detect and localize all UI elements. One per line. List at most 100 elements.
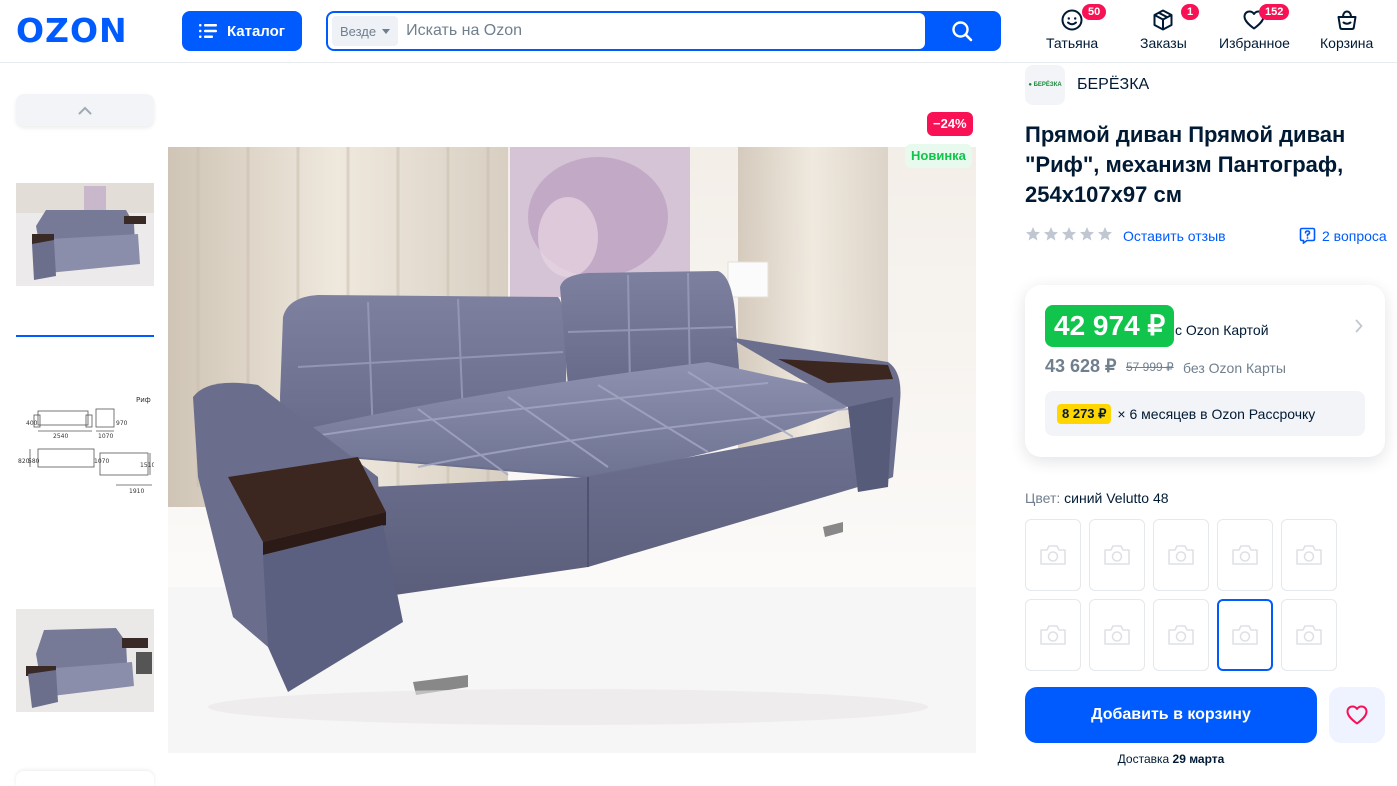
dim-label: 1910 <box>129 488 144 495</box>
color-label: Цвет: синий Velutto 48 <box>1025 490 1169 506</box>
sofa-main-image <box>168 147 976 753</box>
camera-placeholder-icon <box>1296 545 1322 565</box>
chevron-right-icon <box>1355 319 1363 333</box>
camera-placeholder-icon <box>1104 545 1130 565</box>
search-bar: Везде <box>326 11 1001 51</box>
star-icon <box>1044 227 1058 241</box>
search-scope-select[interactable]: Везде <box>332 16 399 46</box>
questions-link[interactable]: 2 вопроса <box>1299 227 1387 244</box>
color-swatch[interactable] <box>1089 599 1145 671</box>
color-swatch[interactable] <box>1025 599 1081 671</box>
search-field-wrapper: Везде <box>328 13 925 49</box>
thumb-model-label: Риф <box>136 396 151 404</box>
dim-label: 970 <box>116 420 128 427</box>
color-swatch[interactable] <box>1281 519 1337 591</box>
question-icon <box>1299 227 1316 244</box>
color-swatch[interactable] <box>1153 519 1209 591</box>
dim-label: 1070 <box>98 433 113 440</box>
nav-favorites[interactable]: 152 Избранное <box>1219 4 1290 51</box>
color-swatch[interactable] <box>1217 519 1273 591</box>
active-thumbnail-indicator <box>16 335 154 337</box>
color-label-prefix: Цвет: <box>1025 490 1065 506</box>
rating-stars[interactable] <box>1025 226 1113 242</box>
header: OZON Каталог Везде 50 Татьяна 1 Заказы 1… <box>0 0 1397 63</box>
dim-label: 1510 <box>140 462 154 469</box>
ozon-card-price: 42 974 ₽ <box>1045 305 1175 347</box>
profile-badge: 50 <box>1082 4 1107 20</box>
catalog-label: Каталог <box>226 22 286 40</box>
new-badge: Новинка <box>905 144 972 168</box>
nav-label: Избранное <box>1219 35 1290 51</box>
thumbnail-2[interactable]: Риф 2540 1070 1910 970 400 820 580 1070 … <box>16 345 154 550</box>
nav-orders[interactable]: 1 Заказы <box>1140 4 1200 51</box>
orders-badge: 1 <box>1181 4 1200 20</box>
leave-review-link[interactable]: Оставить отзыв <box>1123 228 1226 244</box>
dim-label: 1070 <box>94 458 109 465</box>
color-swatch[interactable] <box>1089 519 1145 591</box>
delivery-date: 29 марта <box>1172 752 1225 766</box>
add-to-favorites-button[interactable] <box>1329 687 1385 743</box>
camera-placeholder-icon <box>1232 545 1258 565</box>
camera-placeholder-icon <box>1232 625 1258 645</box>
camera-placeholder-icon <box>1296 625 1322 645</box>
main-product-image[interactable] <box>168 147 976 753</box>
sofa-open-thumbnail-image <box>16 609 154 712</box>
camera-placeholder-icon <box>1040 625 1066 645</box>
chevron-up-icon <box>78 106 92 114</box>
thumbnail-3[interactable] <box>16 558 154 763</box>
profile-icon <box>1061 9 1083 31</box>
nav-label: Татьяна <box>1046 35 1099 51</box>
thumbnail-1[interactable] <box>16 136 154 332</box>
dim-label: 2540 <box>53 433 68 440</box>
thumbnail-strip <box>16 94 154 126</box>
search-icon <box>952 21 973 42</box>
camera-placeholder-icon <box>1168 625 1194 645</box>
favorites-badge: 152 <box>1259 4 1290 20</box>
color-swatch[interactable] <box>1025 519 1081 591</box>
price-card[interactable]: 42 974 ₽ с Ozon Картой 43 628 ₽ 57 999 ₽… <box>1025 285 1385 457</box>
nav-label: Заказы <box>1140 35 1187 51</box>
search-button[interactable] <box>925 13 999 49</box>
caret-down-icon <box>382 28 391 34</box>
old-price: 57 999 ₽ <box>1126 360 1174 374</box>
nav-profile[interactable]: 50 Татьяна <box>1046 4 1107 51</box>
thumbnail-4[interactable] <box>16 771 154 786</box>
sofa-thumbnail-image <box>16 183 154 286</box>
star-icon <box>1080 227 1094 241</box>
thumbnails-up-button[interactable] <box>16 94 154 126</box>
installment-amount: 8 273 ₽ <box>1057 403 1112 424</box>
cart-icon <box>1337 10 1357 30</box>
color-swatch[interactable] <box>1281 599 1337 671</box>
search-input[interactable] <box>398 22 925 40</box>
star-icon <box>1026 227 1040 241</box>
ozon-card-price-label: с Ozon Картой <box>1175 322 1269 338</box>
camera-placeholder-icon <box>1040 545 1066 565</box>
star-icon <box>1098 227 1112 241</box>
brand-link[interactable]: ● БЕРЁЗКА БЕРЁЗКА <box>1025 65 1149 105</box>
ozon-logo[interactable]: OZON <box>16 14 128 48</box>
camera-placeholder-icon <box>1168 545 1194 565</box>
color-value: синий Velutto 48 <box>1064 490 1169 506</box>
brand-logo: ● БЕРЁЗКА <box>1025 65 1065 105</box>
delivery-label: Доставка <box>1117 752 1173 766</box>
add-to-cart-button[interactable]: Добавить в корзину <box>1025 687 1317 743</box>
questions-label: 2 вопроса <box>1322 227 1387 244</box>
regular-price: 43 628 ₽ <box>1045 356 1117 376</box>
menu-icon <box>198 24 217 38</box>
dim-label: 400 <box>26 420 38 427</box>
dimensions-thumbnail-image: Риф 2540 1070 1910 970 400 820 580 1070 … <box>18 396 154 495</box>
heart-icon <box>1346 705 1368 725</box>
nav-cart[interactable]: Корзина <box>1320 8 1373 50</box>
dim-label: 580 <box>28 458 40 465</box>
brand-logo-text: ● БЕРЁЗКА <box>1028 82 1062 88</box>
discount-badge: −24% <box>927 112 973 136</box>
star-icon <box>1062 227 1076 241</box>
color-swatch-selected[interactable] <box>1217 599 1273 671</box>
catalog-button[interactable]: Каталог <box>182 11 302 51</box>
search-scope-label: Везде <box>340 23 377 39</box>
color-swatch[interactable] <box>1153 599 1209 671</box>
installment-text: × 6 месяцев в Ozon Рассрочку <box>1117 405 1316 422</box>
box-icon <box>1153 9 1173 31</box>
installment-offer[interactable]: 8 273 ₽ × 6 месяцев в Ozon Рассрочку <box>1045 391 1365 436</box>
brand-name: БЕРЁЗКА <box>1077 76 1150 93</box>
